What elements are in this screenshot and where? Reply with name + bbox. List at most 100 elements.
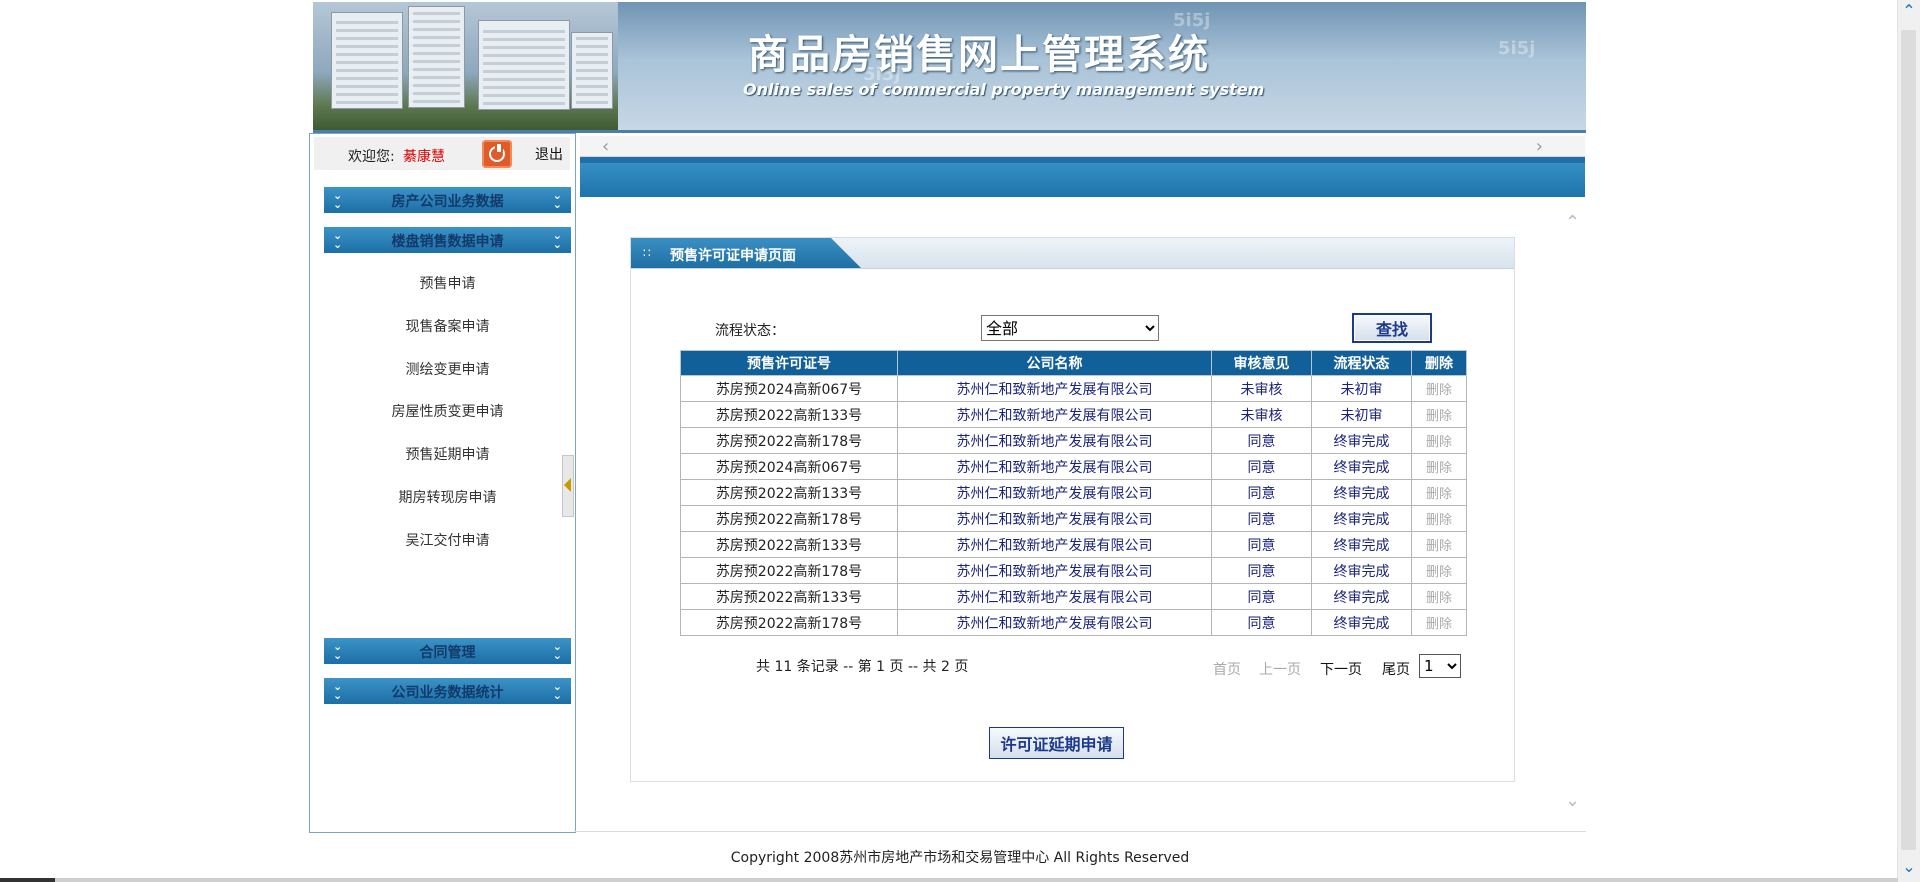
logout-link[interactable]: 退出 [535, 144, 563, 164]
grid-dots-icon: ∷ [643, 246, 651, 260]
double-chevron-down-icon: ⌄ ⌄ [552, 680, 562, 702]
find-button[interactable]: 查找 [1352, 313, 1432, 343]
watermark: 5i5j [1498, 38, 1536, 59]
company-link[interactable]: 苏州仁和致新地产发展有限公司 [897, 557, 1212, 584]
col-permit-no: 预售许可证号 [680, 350, 898, 376]
company-link[interactable]: 苏州仁和致新地产发展有限公司 [897, 609, 1212, 636]
col-status: 流程状态 [1311, 350, 1412, 376]
company-link[interactable]: 苏州仁和致新地产发展有限公司 [897, 401, 1212, 428]
table-row: 苏房预2022高新133号 苏州仁和致新地产发展有限公司 同意 终审完成 删除 [680, 583, 1467, 610]
company-link[interactable]: 苏州仁和致新地产发展有限公司 [897, 531, 1212, 558]
triangle-left-icon [564, 478, 571, 492]
menu-sales-application[interactable]: ⌄ ⌄ 楼盘销售数据申请 ⌄ ⌄ [324, 227, 571, 253]
scroll-up-icon[interactable]: ⌃ [1898, 2, 1920, 20]
permit-no-cell: 苏房预2022高新178号 [680, 557, 898, 584]
review-link[interactable]: 同意 [1211, 427, 1312, 454]
review-link[interactable]: 同意 [1211, 505, 1312, 532]
double-chevron-down-icon: ⌄ ⌄ [552, 189, 562, 211]
permit-no-cell: 苏房预2022高新133号 [680, 401, 898, 428]
table-row: 苏房预2022高新133号 苏州仁和致新地产发展有限公司 同意 终审完成 删除 [680, 479, 1467, 506]
panel-header: ∷ 预售许可证申请页面 [631, 238, 1514, 269]
status-link[interactable]: 终审完成 [1311, 427, 1412, 454]
page-scrollbar[interactable]: ⌃ ⌄ [1897, 0, 1920, 882]
sidebar-item-future-to-spot[interactable]: 期房转现房申请 [324, 487, 571, 507]
col-review: 审核意见 [1211, 350, 1312, 376]
welcome-bar: 欢迎您: 綦康慧 退出 [314, 137, 570, 170]
company-link[interactable]: 苏州仁和致新地产发展有限公司 [897, 479, 1212, 506]
presale-permit-panel: ∷ 预售许可证申请页面 流程状态： 全部 查找 预售许可证号 公司名称 审核意见… [630, 237, 1515, 782]
sidebar-item-spot-record[interactable]: 现售备案申请 [324, 316, 571, 336]
review-link[interactable]: 未审核 [1211, 401, 1312, 428]
permit-no-cell: 苏房预2024高新067号 [680, 453, 898, 480]
company-link[interactable]: 苏州仁和致新地产发展有限公司 [897, 505, 1212, 532]
power-icon[interactable] [482, 140, 512, 168]
sidebar-collapse-toggle[interactable] [562, 455, 574, 517]
pager-next[interactable]: 下一页 [1320, 659, 1362, 679]
company-link[interactable]: 苏州仁和致新地产发展有限公司 [897, 427, 1212, 454]
sidebar-item-wujiang-delivery[interactable]: 吴江交付申请 [324, 530, 571, 550]
col-company: 公司名称 [897, 350, 1212, 376]
status-link[interactable]: 终审完成 [1311, 583, 1412, 610]
chevron-right-icon[interactable]: › [1536, 136, 1543, 157]
menu-business-stats[interactable]: ⌄ ⌄ 公司业务数据统计 ⌄ ⌄ [324, 678, 571, 704]
menu-company-business[interactable]: ⌄ ⌄ 房产公司业务数据 ⌄ ⌄ [324, 187, 571, 213]
company-link[interactable]: 苏州仁和致新地产发展有限公司 [897, 583, 1212, 610]
review-link[interactable]: 同意 [1211, 453, 1312, 480]
sidebar-item-presale[interactable]: 预售申请 [324, 273, 571, 293]
table-row: 苏房预2022高新178号 苏州仁和致新地产发展有限公司 同意 终审完成 删除 [680, 609, 1467, 636]
delete-link: 删除 [1411, 453, 1467, 480]
scrollbar-thumb[interactable] [1901, 30, 1916, 850]
review-link[interactable]: 同意 [1211, 609, 1312, 636]
footer-divider [574, 831, 1586, 832]
status-link[interactable]: 终审完成 [1311, 505, 1412, 532]
delete-link: 删除 [1411, 375, 1467, 402]
review-link[interactable]: 同意 [1211, 557, 1312, 584]
page-number-select[interactable]: 1 [1419, 654, 1461, 678]
double-chevron-down-icon: ⌄ ⌄ [552, 640, 562, 662]
permit-no-cell: 苏房预2022高新133号 [680, 583, 898, 610]
delete-link: 删除 [1411, 505, 1467, 532]
table-row: 苏房预2022高新178号 苏州仁和致新地产发展有限公司 同意 终审完成 删除 [680, 505, 1467, 532]
review-link[interactable]: 同意 [1211, 583, 1312, 610]
sidebar-item-survey-change[interactable]: 测绘变更申请 [324, 359, 571, 379]
review-link[interactable]: 同意 [1211, 479, 1312, 506]
company-link[interactable]: 苏州仁和致新地产发展有限公司 [897, 453, 1212, 480]
permit-no-cell: 苏房预2022高新178号 [680, 609, 898, 636]
table-row: 苏房预2022高新133号 苏州仁和致新地产发展有限公司 未审核 未初审 删除 [680, 401, 1467, 428]
table-row: 苏房预2022高新178号 苏州仁和致新地产发展有限公司 同意 终审完成 删除 [680, 557, 1467, 584]
sidebar-item-property-change[interactable]: 房屋性质变更申请 [324, 401, 571, 421]
inner-scroll-up-icon[interactable]: ⌃ [1565, 212, 1580, 233]
permit-no-cell: 苏房预2022高新178号 [680, 505, 898, 532]
permit-no-cell: 苏房预2022高新133号 [680, 531, 898, 558]
review-link[interactable]: 同意 [1211, 531, 1312, 558]
chevron-left-icon[interactable]: ‹ [602, 136, 609, 157]
content-toolbar: ‹ › [580, 136, 1585, 157]
permit-extension-button[interactable]: 许可证延期申请 [989, 727, 1124, 759]
double-chevron-down-icon: ⌄ ⌄ [552, 229, 562, 251]
menu-contract[interactable]: ⌄ ⌄ 合同管理 ⌄ ⌄ [324, 638, 571, 664]
user-name: 綦康慧 [403, 149, 445, 165]
delete-link: 删除 [1411, 427, 1467, 454]
status-link[interactable]: 终审完成 [1311, 609, 1412, 636]
pager-last[interactable]: 尾页 [1382, 659, 1410, 679]
sidebar-item-presale-extension[interactable]: 预售延期申请 [324, 444, 571, 464]
col-delete: 删除 [1411, 350, 1467, 376]
pager-first: 首页 [1213, 662, 1241, 678]
system-title: 商品房销售网上管理系统 [748, 31, 1210, 78]
status-link[interactable]: 终审完成 [1311, 557, 1412, 584]
status-filter-select[interactable]: 全部 [981, 315, 1159, 341]
footer-copyright: Copyright 2008苏州市房地产市场和交易管理中心 All Rights… [730, 850, 1190, 866]
inner-scroll-down-icon[interactable]: ⌄ [1565, 790, 1580, 811]
status-link[interactable]: 未初审 [1311, 375, 1412, 402]
status-link[interactable]: 终审完成 [1311, 479, 1412, 506]
horizontal-scrollbar[interactable] [0, 878, 1898, 882]
status-link[interactable]: 未初审 [1311, 401, 1412, 428]
company-link[interactable]: 苏州仁和致新地产发展有限公司 [897, 375, 1212, 402]
table-header-row: 预售许可证号 公司名称 审核意见 流程状态 删除 [680, 350, 1467, 376]
status-link[interactable]: 终审完成 [1311, 531, 1412, 558]
system-subtitle: Online sales of commercial property mana… [743, 80, 1265, 99]
permit-no-cell: 苏房预2024高新067号 [680, 375, 898, 402]
review-link[interactable]: 未审核 [1211, 375, 1312, 402]
status-link[interactable]: 终审完成 [1311, 453, 1412, 480]
delete-link: 删除 [1411, 531, 1467, 558]
